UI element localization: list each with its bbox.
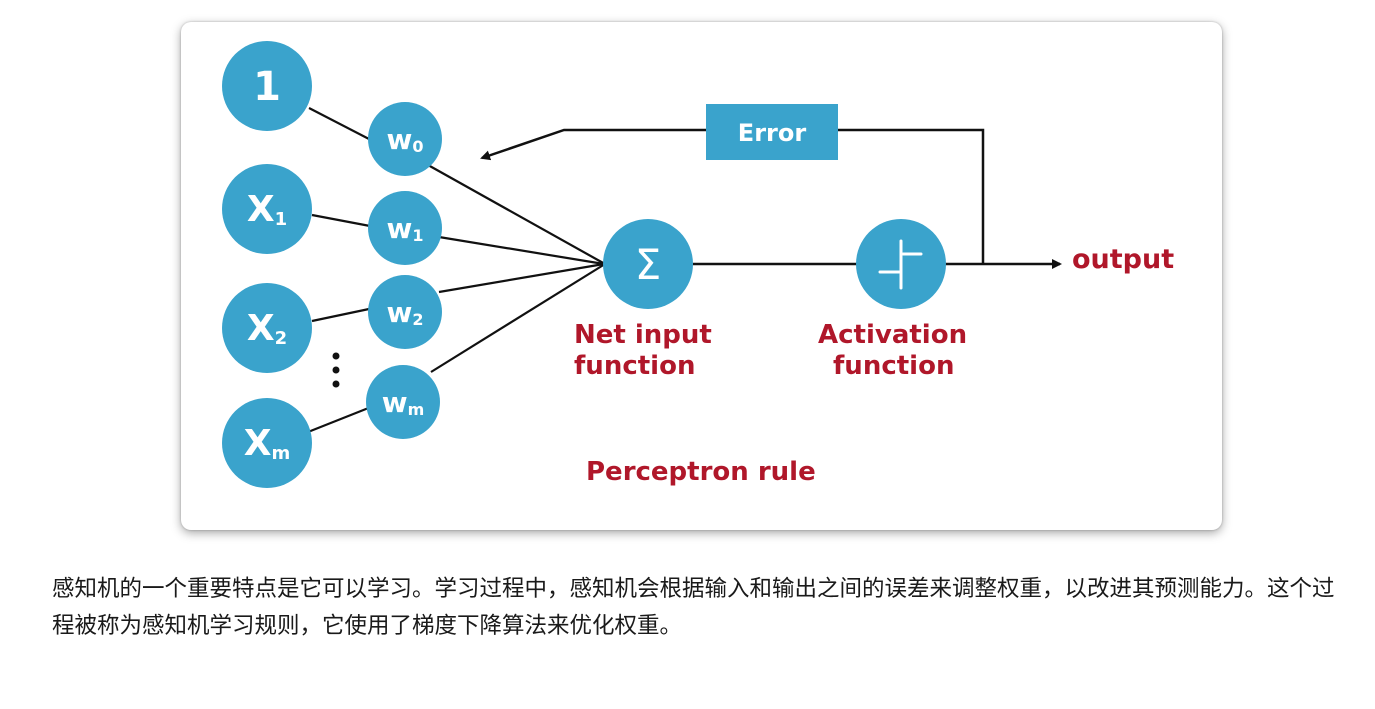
connection-bias-w0 xyxy=(308,107,370,140)
connection-xm-wm xyxy=(307,405,372,434)
input-weight-connections xyxy=(307,107,372,434)
input-xm-subscript: m xyxy=(272,443,291,464)
input-bias-label: 1 xyxy=(253,64,281,110)
connection-w2-sum xyxy=(438,262,605,294)
activation-label-line1: Activation xyxy=(818,320,967,350)
perceptron-diagram-card: Error 1 X1 X2 Xm w0 w1 w2 wm Σ output Ne… xyxy=(181,22,1222,530)
weight-wm-subscript: m xyxy=(408,400,425,419)
sum-node: Σ xyxy=(603,219,693,309)
perceptron-diagram: Error 1 X1 X2 Xm w0 w1 w2 wm Σ output Ne… xyxy=(222,41,1174,488)
weight-w1-subscript: 1 xyxy=(412,226,423,245)
ellipsis-dots xyxy=(332,352,340,388)
weight-wm-main: w xyxy=(382,386,408,419)
weight-w2-main: w xyxy=(386,296,412,329)
sum-symbol: Σ xyxy=(635,240,662,289)
caption-paragraph: 感知机的一个重要特点是它可以学习。学习过程中，感知机会根据输入和输出之间的误差来… xyxy=(52,576,1335,639)
connection-x2-w2 xyxy=(311,307,370,323)
input-x2-subscript: 2 xyxy=(275,328,288,349)
weight-node-wm: wm xyxy=(366,365,440,439)
perceptron-rule-label: Perceptron rule xyxy=(586,457,816,487)
weight-w0-main: w xyxy=(386,123,412,156)
activation-node xyxy=(856,219,946,309)
input-x1-main: X xyxy=(247,189,275,230)
weight-node-w0: w0 xyxy=(368,102,442,176)
input-node-xm: Xm xyxy=(222,398,312,488)
weight-node-w1: w1 xyxy=(368,191,442,265)
weight-w1-main: w xyxy=(386,212,412,245)
weight-node-w2: w2 xyxy=(368,275,442,349)
input-xm-main: X xyxy=(244,423,272,464)
input-node-x1: X1 xyxy=(222,164,312,254)
error-return-arrow xyxy=(480,128,706,161)
input-node-x2: X2 xyxy=(222,283,312,373)
output-label: output xyxy=(1072,244,1174,275)
input-x1-subscript: 1 xyxy=(275,209,288,230)
error-label: Error xyxy=(738,119,807,147)
net-input-label-line2: function xyxy=(574,351,695,381)
input-x2-main: X xyxy=(247,308,275,349)
connection-x1-w1 xyxy=(311,213,371,228)
weight-w2-subscript: 2 xyxy=(412,310,423,329)
net-input-label-line1: Net input xyxy=(574,320,712,350)
input-node-bias: 1 xyxy=(222,41,312,131)
weight-w0-subscript: 0 xyxy=(412,137,423,156)
activation-label-line2: function xyxy=(833,351,954,381)
